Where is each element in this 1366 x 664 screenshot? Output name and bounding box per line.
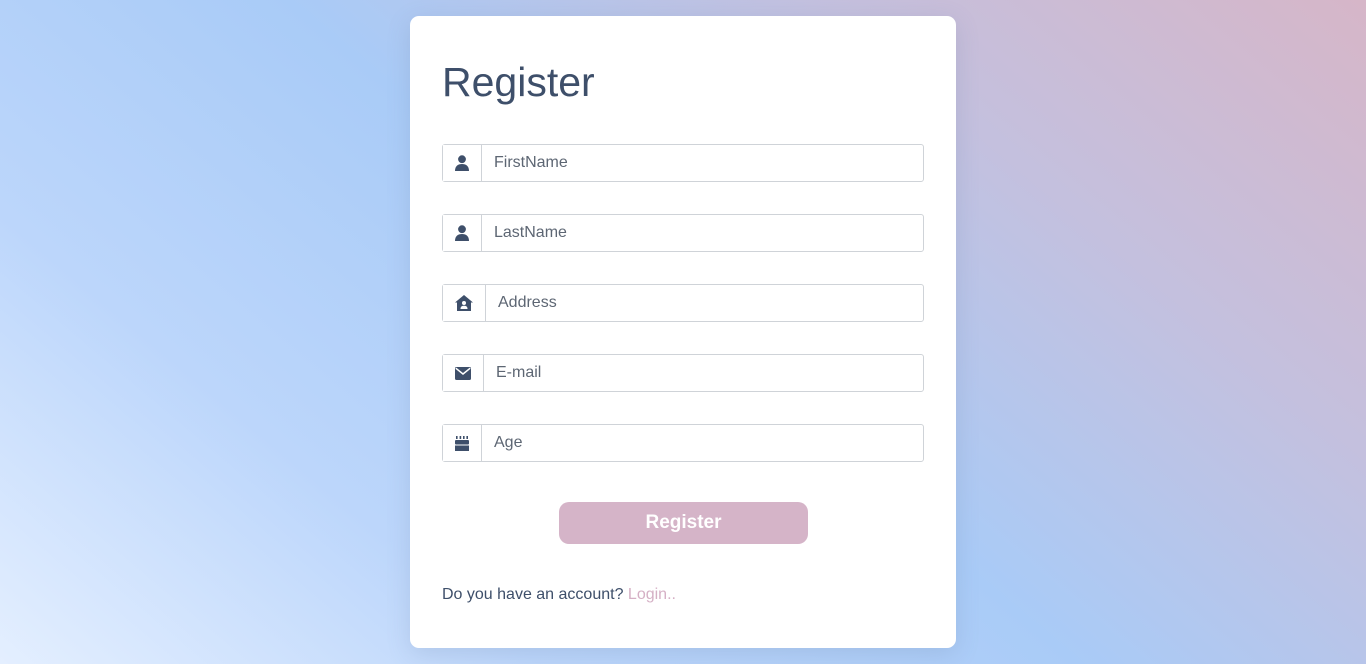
register-button[interactable]: Register bbox=[559, 502, 808, 544]
firstname-input[interactable] bbox=[482, 145, 923, 181]
login-prompt-text: Do you have an account? bbox=[442, 586, 624, 603]
email-input[interactable] bbox=[484, 355, 923, 391]
email-field-group bbox=[442, 354, 924, 392]
lastname-input[interactable] bbox=[482, 215, 923, 251]
login-link[interactable]: Login.. bbox=[628, 586, 676, 603]
page-title: Register bbox=[442, 59, 595, 105]
firstname-field-group bbox=[442, 144, 924, 182]
user-icon bbox=[443, 215, 482, 251]
lastname-field-group bbox=[442, 214, 924, 252]
house-user-icon bbox=[443, 285, 486, 321]
age-field-group bbox=[442, 424, 924, 462]
user-icon bbox=[443, 145, 482, 181]
login-prompt: Do you have an account? Login.. bbox=[442, 586, 676, 604]
birthday-cake-icon bbox=[443, 425, 482, 461]
register-card: Register Register Do you have bbox=[410, 16, 956, 648]
address-field-group bbox=[442, 284, 924, 322]
age-input[interactable] bbox=[482, 425, 923, 461]
address-input[interactable] bbox=[486, 285, 923, 321]
envelope-icon bbox=[443, 355, 484, 391]
